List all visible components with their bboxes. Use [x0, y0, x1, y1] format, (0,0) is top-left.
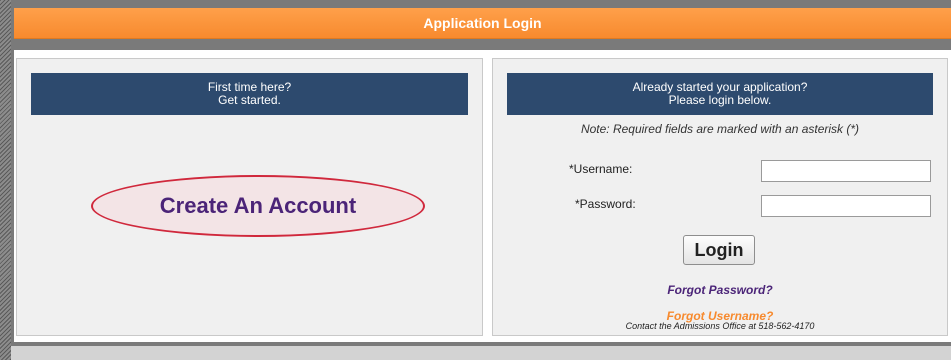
- create-account-link[interactable]: Create An Account: [91, 175, 425, 237]
- existing-user-header-line2: Please login below.: [668, 93, 772, 107]
- new-user-header-line2: Get started.: [218, 93, 281, 107]
- new-user-panel: First time here? Get started. Create An …: [16, 58, 483, 336]
- required-fields-note: Note: Required fields are marked with an…: [580, 122, 860, 136]
- password-input[interactable]: [761, 195, 931, 217]
- existing-user-header: Already started your application? Please…: [507, 73, 933, 115]
- page-title: Application Login: [14, 8, 951, 39]
- bottom-bar: [11, 346, 951, 360]
- username-label: *Username:: [569, 162, 633, 176]
- username-input[interactable]: [761, 160, 931, 182]
- login-button[interactable]: Login: [683, 235, 755, 265]
- password-label: *Password:: [575, 197, 636, 211]
- admissions-contact-text: Contact the Admissions Office at 518-562…: [625, 321, 815, 331]
- login-content: First time here? Get started. Create An …: [14, 50, 951, 342]
- forgot-password-link[interactable]: Forgot Password?: [493, 283, 947, 297]
- existing-user-panel: Already started your application? Please…: [492, 58, 948, 336]
- new-user-header: First time here? Get started.: [31, 73, 468, 115]
- left-border-decoration: [0, 0, 11, 360]
